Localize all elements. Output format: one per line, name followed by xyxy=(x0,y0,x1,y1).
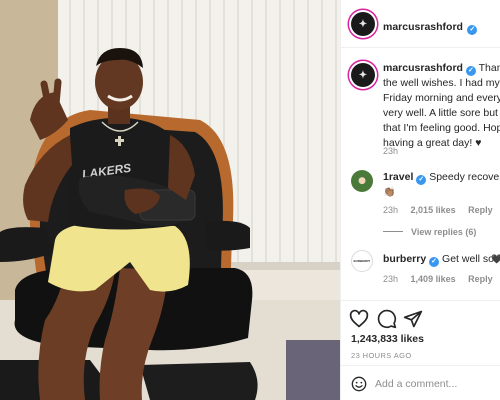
caption: ✦ marcusrashford ✓ Thank yo the well wis… xyxy=(341,56,500,164)
post-header: ✦ marcusrashford ✓ xyxy=(341,0,500,48)
caption-username[interactable]: marcusrashford xyxy=(383,62,463,74)
post-actions: 1,243,833 likes 23 HOURS AGO xyxy=(341,300,500,400)
likes-count[interactable]: 1,243,833 likes xyxy=(351,333,424,345)
post-photo-illustration: LAKERS xyxy=(0,0,340,400)
comment-text: Speedy recovery ki xyxy=(429,171,500,183)
view-replies-label: View replies (6) xyxy=(411,227,477,237)
verified-badge-icon: ✓ xyxy=(467,25,478,35)
verified-badge-icon: ✓ xyxy=(416,175,427,185)
avatar-monogram-icon: ✦ xyxy=(358,69,368,81)
reply-button[interactable]: Reply xyxy=(468,274,493,284)
avatar-monogram-icon: ✦ xyxy=(358,18,368,30)
emoji-icon[interactable] xyxy=(351,376,367,392)
share-icon[interactable] xyxy=(403,309,423,329)
header-username-row: marcusrashford ✓ xyxy=(383,17,478,35)
post-image[interactable]: LAKERS xyxy=(0,0,340,400)
avatar-face-icon: ● xyxy=(358,176,366,186)
comment-meta: 23h 1,409 likes Reply xyxy=(383,274,500,284)
add-comment-bar xyxy=(341,365,500,400)
verified-badge-icon: ✓ xyxy=(465,66,476,76)
caption-meta: 23h xyxy=(383,146,408,156)
caption-line-4: very well. A little sore but oth xyxy=(383,107,500,119)
comment-emoji: 👏🏽 xyxy=(383,187,396,198)
comment-item: BURBERRY burberry ✓ Get well soon 🖤 xyxy=(341,250,500,290)
caption-line-3: Friday morning and everythin xyxy=(383,92,500,104)
comment-like-icon[interactable]: 🖤 xyxy=(491,254,500,265)
caption-avatar[interactable]: ✦ xyxy=(351,63,375,87)
comment-likes[interactable]: 1,409 likes xyxy=(411,274,456,284)
add-comment-input[interactable] xyxy=(375,375,499,393)
caption-line-2: the well wishes. I had my sur xyxy=(383,77,500,89)
view-replies-button[interactable]: View replies (6) xyxy=(383,227,476,237)
caption-line-5: that I'm feeling good. Hope xyxy=(383,122,500,134)
commenter-avatar[interactable]: ● xyxy=(351,170,373,192)
caption-time[interactable]: 23h xyxy=(383,146,398,156)
comment-likes[interactable]: 2,015 likes xyxy=(411,205,456,215)
profile-avatar[interactable]: ✦ xyxy=(351,12,375,36)
header-username[interactable]: marcusrashford xyxy=(383,21,463,33)
comment-time[interactable]: 23h xyxy=(383,205,398,215)
comment-line-1: burberry ✓ Get well soon xyxy=(383,252,500,268)
caption-text: Thank yo xyxy=(478,62,500,74)
heart-icon[interactable] xyxy=(349,309,369,329)
comment-meta: 23h 2,015 likes Reply xyxy=(383,205,500,215)
commenter-avatar[interactable]: BURBERRY xyxy=(351,250,373,272)
caption-line-1: marcusrashford ✓ Thank yo xyxy=(383,61,500,77)
verified-badge-icon: ✓ xyxy=(429,257,440,267)
divider-dash xyxy=(383,231,403,232)
post-time-ago[interactable]: 23 HOURS AGO xyxy=(351,351,412,360)
reply-button[interactable]: Reply xyxy=(468,205,493,215)
comment-username[interactable]: burberry xyxy=(383,253,426,265)
comment-username[interactable]: 1ravel xyxy=(383,171,413,183)
post-side-panel: ✦ marcusrashford ✓ ✦ marcusrashford ✓ Th… xyxy=(340,0,500,400)
comment-line-1: 1ravel ✓ Speedy recovery ki xyxy=(383,170,500,186)
comment-time[interactable]: 23h xyxy=(383,274,398,284)
comment-icon[interactable] xyxy=(377,309,397,329)
brand-logo-icon: BURBERRY xyxy=(353,259,371,263)
